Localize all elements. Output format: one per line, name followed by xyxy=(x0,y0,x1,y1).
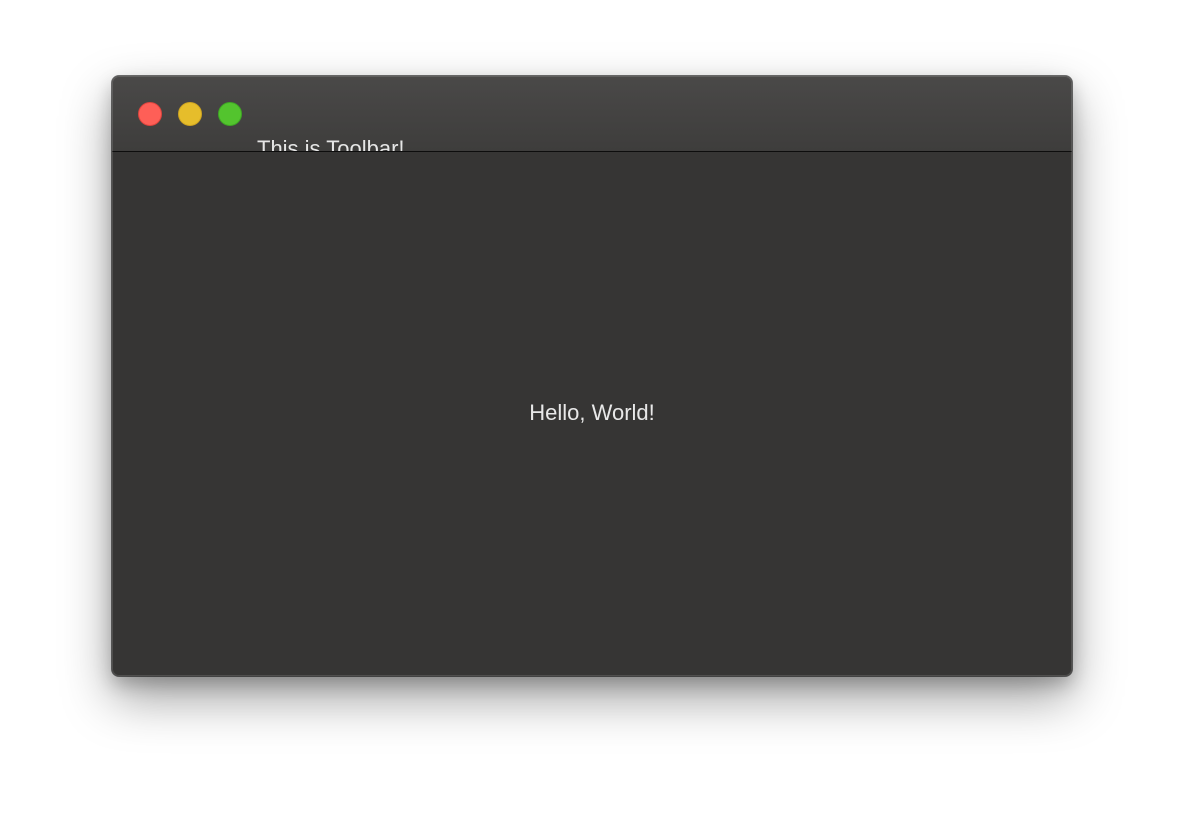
hello-label: Hello, World! xyxy=(529,400,655,425)
zoom-button[interactable] xyxy=(218,102,242,126)
minimize-button[interactable] xyxy=(178,102,202,126)
close-button[interactable] xyxy=(138,102,162,126)
app-window: This is Toolbar! Hello, World! xyxy=(112,76,1072,676)
content-area: Hello, World! xyxy=(112,152,1072,676)
title-bar[interactable]: This is Toolbar! xyxy=(112,76,1072,152)
toolbar-label: This is Toolbar! xyxy=(257,136,405,152)
